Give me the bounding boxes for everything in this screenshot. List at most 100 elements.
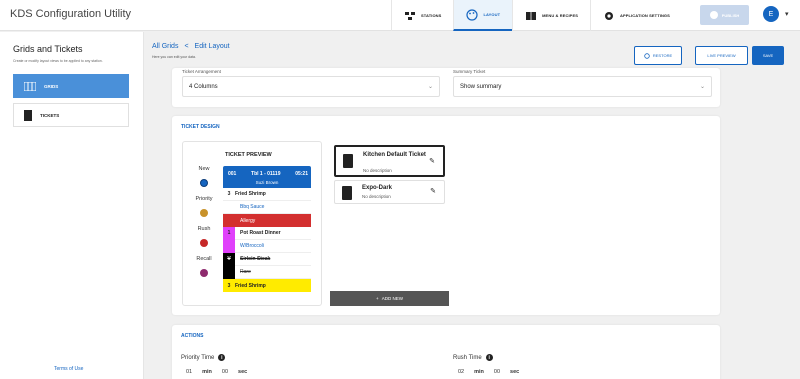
main-nav: STATIONS LAYOUT MENU & RECIPES APPLICATI… — [391, 0, 682, 31]
ticket-modifier-row: Rare — [223, 265, 311, 279]
info-icon[interactable]: i — [485, 354, 493, 361]
ticket-modifier: Bbq Sauce — [223, 201, 311, 214]
chevron-down-icon: ⌄ — [427, 84, 433, 90]
ticket-allergy: Allergy — [223, 214, 311, 227]
receipt-icon — [24, 109, 32, 121]
app-title: KDS Configuration Utility — [10, 8, 132, 20]
add-new-label: ADD NEW — [381, 296, 403, 301]
top-bar: KDS Configuration Utility STATIONS LAYOU… — [0, 0, 800, 31]
ticket-arrangement-select[interactable]: 4 Columns ⌄ — [182, 76, 440, 97]
layout-title: Kitchen Default Ticket — [363, 152, 426, 158]
nav-app-settings[interactable]: APPLICATION SETTINGS — [589, 0, 682, 31]
rush-sec-field[interactable]: 00 — [494, 369, 500, 375]
sidebar-item-label: TICKETS — [40, 112, 60, 118]
legend-dot-rush — [200, 239, 208, 247]
ticket-number: 001 — [228, 171, 237, 177]
nav-layout[interactable]: LAYOUT — [453, 0, 513, 31]
ticket-color-strip — [223, 265, 235, 279]
layout-desc: No description — [363, 168, 392, 173]
nav-layout-label: LAYOUT — [483, 12, 501, 17]
ticket-item: Pot Roast Dinner — [240, 230, 281, 236]
priority-min-field[interactable]: 01 — [186, 369, 192, 375]
ticket-item: Sirloin Steak — [240, 256, 271, 262]
layout-desc: No description — [362, 194, 391, 199]
ticket-server: Suzi Brown — [255, 180, 279, 185]
priority-sec-field[interactable]: 00 — [222, 369, 228, 375]
ticket-line: 3 Fried Shrimp — [223, 188, 311, 201]
rush-min-field[interactable]: 02 — [458, 369, 464, 375]
edit-pencil-icon[interactable]: ✎ — [430, 187, 436, 195]
terms-link[interactable]: Terms of Use — [54, 366, 83, 372]
add-new-button[interactable]: + ADD NEW — [330, 291, 449, 306]
ticket-arrangement-label: Ticket Arrangement — [182, 69, 221, 74]
sidebar-item-tickets[interactable]: TICKETS — [13, 103, 129, 127]
nav-stations[interactable]: STATIONS — [391, 0, 453, 31]
summary-ticket-select[interactable]: Show summary ⌄ — [453, 76, 712, 97]
sec-unit: sec — [510, 369, 520, 375]
sidebar-subtitle: Create or modify layout views to be appl… — [13, 59, 103, 63]
nav-menu-label: MENU & RECIPES — [542, 13, 578, 18]
ticket-header: 001 Tbl 1 - 01119 05:21 Suzi Brown — [223, 166, 311, 188]
min-unit: min — [202, 369, 212, 375]
breadcrumb-separator: < — [184, 43, 189, 50]
priority-time-text: Priority Time — [181, 354, 215, 361]
grid-icon — [24, 81, 36, 91]
rush-time-text: Rush Time — [453, 354, 482, 361]
summary-ticket-label: Summary Ticket — [453, 69, 486, 74]
ticket-modifier: Rare — [240, 269, 251, 275]
stations-icon — [405, 11, 415, 20]
ticket-line: 1 Pot Roast Dinner — [223, 226, 311, 240]
nav-settings-label: APPLICATION SETTINGS — [619, 13, 670, 18]
rush-time-label: Rush Time i — [453, 354, 493, 361]
live-preview-button[interactable]: LIVE PREVIEW — [695, 46, 748, 65]
breadcrumb-parent[interactable]: All Grids — [152, 43, 178, 50]
actions-card — [172, 325, 720, 379]
receipt-icon — [342, 186, 352, 200]
edit-pencil-icon[interactable]: ✎ — [429, 157, 435, 165]
chevron-down-icon[interactable]: ▾ — [785, 10, 789, 18]
avatar[interactable]: E — [763, 6, 779, 22]
layout-title: Expo-Dark — [362, 185, 393, 191]
ticket-design-title: TICKET DESIGN — [181, 124, 220, 130]
ticket-qty: 1 — [223, 226, 235, 240]
ticket-line: V Sirloin Steak — [223, 252, 311, 266]
ticket-qty: 3 — [227, 191, 231, 197]
palette-icon — [466, 8, 479, 21]
nav-menu-recipes[interactable]: MENU & RECIPES — [512, 0, 590, 31]
legend-dot-recall — [200, 269, 208, 277]
receipt-icon — [343, 154, 353, 168]
ticket-color-strip — [223, 239, 235, 253]
legend-label-recall: Recall — [196, 256, 212, 262]
ticket-modifier-row: W/Broccoli — [223, 239, 311, 253]
layout-card-kitchen-default[interactable]: Kitchen Default Ticket No description ✎ — [334, 145, 445, 177]
legend-dot-priority — [200, 209, 208, 217]
book-icon — [526, 11, 537, 20]
legend-label-new: New — [198, 166, 210, 172]
sidebar: Grids and Tickets Create or modify layou… — [0, 32, 143, 379]
ticket-line: 3 Fried Shrimp — [223, 279, 311, 292]
publish-button[interactable]: PUBLISH — [700, 5, 749, 25]
upload-icon — [709, 11, 718, 19]
ticket-qty: 3 — [227, 282, 231, 289]
save-button[interactable]: SAVE — [752, 46, 784, 65]
ticket-item: Fried Shrimp — [235, 191, 266, 197]
sec-unit: sec — [238, 369, 248, 375]
nav-stations-label: STATIONS — [421, 13, 442, 18]
plus-icon: + — [376, 296, 379, 301]
info-icon[interactable]: i — [218, 354, 226, 361]
legend-dot-new — [200, 179, 208, 187]
page-subtitle: Here you can edit your data. — [152, 55, 196, 59]
ticket-table: Tbl 1 - 01119 — [251, 171, 281, 177]
restore-button[interactable]: RESTORE — [634, 46, 682, 65]
page-title: Edit Layout — [194, 43, 230, 50]
ticket-time: 05:21 — [295, 171, 308, 177]
breadcrumb: All Grids < Edit Layout — [152, 43, 230, 50]
priority-time-label: Priority Time i — [181, 354, 226, 361]
ticket-modifier: W/Broccoli — [240, 243, 264, 249]
summary-ticket-value: Show summary — [460, 83, 502, 90]
sidebar-divider — [143, 32, 144, 379]
sidebar-item-grids[interactable]: GRIDS — [13, 74, 129, 98]
publish-label: PUBLISH — [721, 12, 740, 18]
actions-title: ACTIONS — [181, 333, 204, 339]
layout-card-expo-dark[interactable]: Expo-Dark No description ✎ — [334, 180, 445, 204]
